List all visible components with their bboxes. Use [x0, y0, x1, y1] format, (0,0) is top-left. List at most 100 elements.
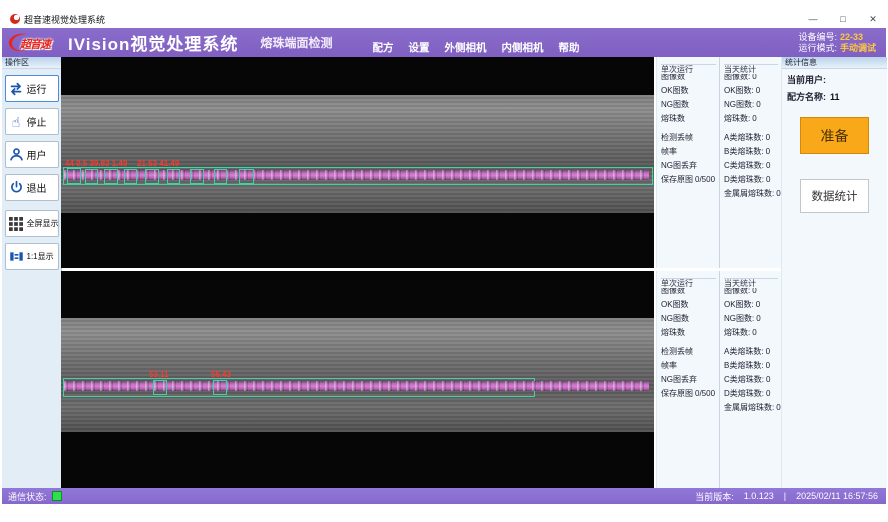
stat-label: OK图数:: [724, 300, 754, 309]
menu-recipe[interactable]: 配方: [372, 40, 393, 55]
app-subtitle: 熔珠端面检测: [260, 34, 332, 51]
stat-row: 检测丢帧: [661, 345, 719, 359]
current-user-label: 当前用户:: [787, 75, 826, 85]
bead-detection-box: [167, 169, 180, 184]
measurement-annotation: 21.53 41.49: [137, 159, 179, 168]
maximize-icon[interactable]: □: [836, 12, 850, 26]
fullscreen-button-label: 全屏显示: [27, 218, 59, 229]
bead-detection-box: [124, 169, 137, 184]
stat-label: OK图数:: [724, 86, 754, 95]
bead-detection-box: [239, 169, 254, 184]
run-button[interactable]: 运行: [5, 75, 59, 102]
stat-value: 0: [752, 114, 756, 123]
stat-row: NG图数: [661, 98, 719, 112]
stat-row: 熔珠数:0: [724, 326, 781, 340]
version-label: 当前版本:: [695, 490, 734, 503]
app-logo-icon: [10, 14, 20, 24]
bead-strip: [64, 381, 649, 391]
camera-image-band: [61, 95, 654, 213]
camera-viewport-top: 44 0.5 39.83 1.49 21.53 41.49: [61, 57, 654, 268]
stat-label: B类熔珠数:: [724, 361, 764, 370]
brand-logo: 超音速: [6, 30, 64, 56]
run-arrows-icon: [8, 80, 25, 97]
daily-stats-column: 当天统计 图像数:0OK图数:0NG图数:0熔珠数:0A类熔珠数:0B类熔珠数:…: [719, 57, 781, 268]
stat-row: OK图数: [661, 298, 719, 312]
stat-row: C类熔珠数:0: [724, 159, 781, 173]
stat-row: 熔珠数: [661, 112, 719, 126]
data-statistics-button[interactable]: 数据统计: [800, 179, 869, 213]
stat-value: 0: [752, 328, 756, 337]
stats-panel-bottom: 单次运行 图像数OK图数NG图数熔珠数检测丢帧帧率NG图丢弃保存原图0/500 …: [656, 271, 781, 488]
single-run-header: 单次运行: [661, 279, 696, 288]
stat-row: OK图数:0: [724, 84, 781, 98]
stat-label: 金属屑熔珠数:: [724, 403, 774, 412]
run-mode-value: 手动调试: [840, 43, 876, 53]
stat-value: 0: [756, 314, 760, 323]
stat-row: NG图丢弃: [661, 159, 719, 173]
stat-row: NG图数: [661, 312, 719, 326]
menu-inner-camera[interactable]: 内侧相机: [501, 40, 543, 55]
stat-value: 0: [766, 175, 770, 184]
device-number-value: 22-33: [840, 32, 863, 42]
power-icon: [8, 179, 25, 196]
stat-row: B类熔珠数:0: [724, 359, 781, 373]
info-panel-title: 统计信息: [782, 57, 887, 69]
exit-button-label: 退出: [27, 180, 47, 195]
daily-stats-header: 当天统计: [724, 65, 759, 74]
one-to-one-button[interactable]: 1:1显示: [5, 243, 59, 270]
stat-row: NG图丢弃: [661, 373, 719, 387]
single-run-column: 单次运行 图像数OK图数NG图数熔珠数检测丢帧帧率NG图丢弃保存原图0/500: [657, 57, 719, 268]
camera-viewport-bottom: 53.11 56.43: [61, 271, 654, 488]
stat-label: OK图数: [661, 86, 689, 95]
stat-row: A类熔珠数:0: [724, 345, 781, 359]
stat-label: A类熔珠数:: [724, 133, 764, 142]
stat-row: 保存原图0/500: [661, 173, 719, 187]
stat-label: NG图数:: [724, 100, 754, 109]
stat-row: 金属屑熔珠数:0: [724, 401, 781, 415]
device-info: 设备编号:22-33 运行模式:手动调试: [798, 32, 876, 54]
bead-detection-box: [104, 169, 118, 184]
stat-row: OK图数:0: [724, 298, 781, 312]
stat-value: 0/500: [695, 175, 715, 184]
recipe-name-value: 11: [830, 92, 840, 102]
stat-row: 熔珠数: [661, 326, 719, 340]
close-icon[interactable]: ✕: [866, 12, 880, 26]
stat-label: B类熔珠数:: [724, 147, 764, 156]
stats-panel-top: 单次运行 图像数OK图数NG图数熔珠数检测丢帧帧率NG图丢弃保存原图0/500 …: [656, 57, 781, 268]
one-to-one-icon: [8, 248, 25, 265]
run-button-label: 运行: [27, 81, 47, 96]
status-separator: |: [784, 491, 786, 501]
minimize-icon[interactable]: —: [806, 12, 820, 26]
stop-button[interactable]: ☝ 停止: [5, 108, 59, 135]
prepare-button[interactable]: 准备: [800, 117, 869, 154]
stat-value: 0: [756, 100, 760, 109]
stat-label: 金属屑熔珠数:: [724, 189, 774, 198]
bead-detection-box: [85, 169, 98, 184]
stat-label: OK图数: [661, 300, 689, 309]
measurement-annotation: 53.11: [149, 370, 169, 379]
menu-outer-camera[interactable]: 外侧相机: [444, 40, 486, 55]
menu-help[interactable]: 帮助: [558, 40, 579, 55]
fullscreen-button[interactable]: 全屏显示: [5, 210, 59, 237]
bead-detection-box: [145, 169, 159, 184]
stat-value: 0: [756, 300, 760, 309]
stat-row: 帧率: [661, 145, 719, 159]
stat-label: 熔珠数:: [724, 114, 750, 123]
stat-row: 帧率: [661, 359, 719, 373]
stat-label: NG图数:: [724, 314, 754, 323]
stat-value: 0: [766, 375, 770, 384]
app-title: IVision视觉处理系统: [68, 30, 238, 55]
exit-button[interactable]: 退出: [5, 174, 59, 201]
hand-stop-icon: ☝: [8, 113, 25, 130]
operation-sidebar: 操作区 运行 ☝ 停止 用户 退出: [2, 57, 62, 488]
stat-value: 0: [766, 161, 770, 170]
stat-value: 0: [766, 133, 770, 142]
stat-label: D类熔珠数:: [724, 389, 764, 398]
bead-detection-box: [214, 169, 227, 184]
menu-settings[interactable]: 设置: [408, 40, 429, 55]
stop-button-label: 停止: [27, 114, 47, 129]
user-icon: [8, 146, 25, 163]
user-button[interactable]: 用户: [5, 141, 59, 168]
user-button-label: 用户: [27, 147, 47, 162]
stat-value: 0: [766, 347, 770, 356]
